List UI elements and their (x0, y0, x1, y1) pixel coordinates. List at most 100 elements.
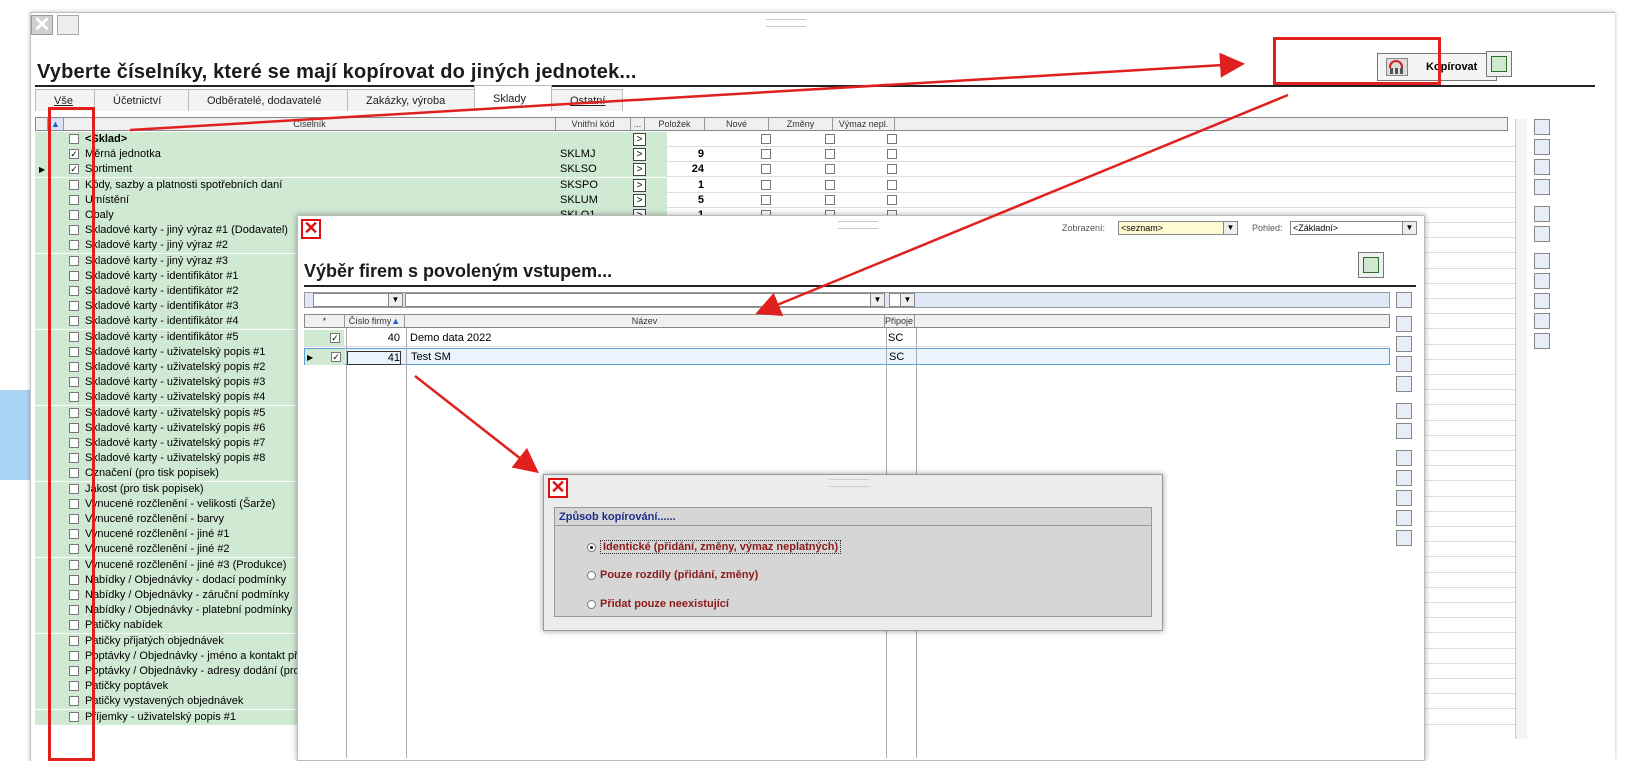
row-checkbox[interactable] (69, 407, 79, 418)
row-checkbox[interactable] (69, 650, 79, 661)
vymaz-checkbox[interactable] (887, 179, 897, 190)
next-record-icon[interactable] (1534, 159, 1550, 175)
record-icon[interactable] (1534, 333, 1550, 349)
option-identical[interactable]: Identické (přidání, změny, výmaz neplatn… (587, 540, 842, 554)
zoom-out-icon[interactable] (1396, 423, 1412, 439)
zoom-out-icon[interactable] (1534, 226, 1550, 242)
row-checkbox[interactable] (69, 438, 79, 448)
row-checkbox[interactable] (69, 529, 79, 540)
row-more-button[interactable]: > (633, 148, 646, 162)
next-record-icon[interactable] (1396, 356, 1412, 372)
search-icon[interactable] (1534, 253, 1550, 269)
row-more-button[interactable]: > (633, 193, 646, 207)
zoom-in-icon[interactable] (1534, 206, 1550, 222)
search-icon[interactable] (1396, 450, 1412, 466)
column-star[interactable]: * (305, 315, 345, 327)
first-record-icon[interactable] (1534, 119, 1550, 135)
row-checkbox[interactable] (69, 392, 79, 403)
table-row[interactable]: Umístění SKLUM >5 (35, 192, 1515, 208)
table-row[interactable]: Kódy, sazby a platnosti spotřebních daní… (35, 177, 1515, 193)
export-excel-button[interactable] (1486, 51, 1512, 77)
row-checkbox[interactable] (69, 301, 79, 312)
previous-record-icon[interactable] (1534, 139, 1550, 155)
column-pripojeni[interactable]: Připoje (885, 315, 915, 327)
column-zmeny[interactable]: Změny (769, 118, 833, 130)
row-checkbox[interactable] (69, 316, 79, 327)
drag-handle[interactable] (829, 479, 869, 487)
close-icon[interactable]: ✕ (31, 15, 53, 35)
column-cislo-firmy[interactable]: Číslo firmy▲ (345, 315, 405, 327)
row-checkbox[interactable] (69, 696, 79, 707)
row-checkbox[interactable] (69, 362, 79, 372)
last-record-icon[interactable] (1396, 376, 1412, 392)
firm-checkbox[interactable]: ✓ (331, 352, 341, 362)
nove-checkbox[interactable] (761, 149, 771, 160)
row-more-button[interactable]: > (633, 178, 646, 192)
nove-checkbox[interactable] (761, 179, 771, 190)
pohled-select[interactable]: <Základní> ▼ (1290, 221, 1417, 235)
search-next-icon[interactable] (1396, 470, 1412, 486)
row-checkbox[interactable] (69, 711, 79, 722)
row-checkbox[interactable] (69, 544, 79, 555)
view-select[interactable]: <seznam> ▼ (1118, 221, 1238, 235)
row-checkbox[interactable]: ✓ (69, 149, 79, 160)
row-checkbox[interactable] (69, 453, 79, 464)
table-row[interactable]: <Sklad> > (35, 132, 1515, 147)
row-checkbox[interactable] (69, 635, 79, 646)
row-more-button[interactable]: > (633, 163, 646, 177)
row-checkbox[interactable] (69, 377, 79, 388)
table-row[interactable]: ▶ ✓ Sortiment SKLSO >24 (35, 162, 1515, 178)
column-polozek[interactable]: Položek (645, 118, 705, 130)
flag-icon[interactable] (57, 15, 79, 35)
row-checkbox[interactable] (69, 286, 79, 296)
filter-icon[interactable] (1534, 293, 1550, 309)
column-nove[interactable]: Nové (705, 118, 769, 130)
row-checkbox[interactable] (69, 483, 79, 494)
zoom-in-icon[interactable] (1396, 403, 1412, 419)
tab-ostatni[interactable]: Ostatní (551, 89, 623, 111)
edit-icon[interactable] (1534, 313, 1550, 329)
row-checkbox[interactable] (69, 179, 79, 190)
row-checkbox[interactable] (69, 210, 79, 220)
export-excel-button[interactable] (1358, 252, 1384, 278)
column-vymaz[interactable]: Výmaz nepl. (833, 118, 895, 130)
vymaz-checkbox[interactable] (887, 134, 897, 144)
nove-checkbox[interactable] (761, 134, 771, 144)
row-checkbox[interactable] (69, 666, 79, 676)
row-checkbox[interactable] (69, 514, 79, 524)
edit-icon[interactable] (1396, 510, 1412, 526)
row-checkbox[interactable] (69, 346, 79, 357)
tab-sklady[interactable]: Sklady (474, 85, 552, 111)
vymaz-checkbox[interactable] (887, 149, 897, 160)
filter-number-select[interactable]: ▼ (313, 293, 403, 307)
row-checkbox[interactable] (69, 194, 79, 205)
nove-checkbox[interactable] (761, 194, 771, 205)
row-checkbox[interactable]: ✓ (69, 164, 79, 175)
row-checkbox[interactable] (69, 270, 79, 281)
column-ciselnik[interactable]: Číselník (64, 118, 556, 130)
filter-name-select[interactable]: ▼ (405, 293, 885, 307)
firm-row[interactable]: ▶ ✓ 41 Test SM SC (304, 348, 1390, 365)
filter-icon[interactable] (1396, 490, 1412, 506)
row-checkbox[interactable] (69, 681, 79, 692)
row-checkbox[interactable] (69, 225, 79, 236)
last-record-icon[interactable] (1534, 179, 1550, 195)
firm-checkbox[interactable]: ✓ (330, 333, 340, 343)
zmeny-checkbox[interactable] (825, 194, 835, 205)
column-vnitrni-kod[interactable]: Vnitřní kód (556, 118, 631, 130)
tab-odberatele[interactable]: Odběratelé, dodavatelé (188, 89, 348, 111)
row-checkbox[interactable] (69, 134, 79, 144)
row-checkbox[interactable] (69, 331, 79, 342)
copy-button[interactable]: Kopírovat (1377, 53, 1497, 81)
option-add-nonexisting[interactable]: Přidat pouze neexistující (587, 598, 729, 610)
nove-checkbox[interactable] (761, 164, 771, 175)
tab-zakazky[interactable]: Zakázky, výroba (347, 89, 475, 111)
row-checkbox[interactable] (69, 605, 79, 616)
row-checkbox[interactable] (69, 590, 79, 600)
zmeny-checkbox[interactable] (825, 134, 835, 144)
row-checkbox[interactable] (69, 255, 79, 266)
zmeny-checkbox[interactable] (825, 164, 835, 175)
firm-row[interactable]: ✓ 40 Demo data 2022 SC (304, 330, 1390, 347)
close-icon[interactable]: ✕ (548, 478, 568, 498)
first-record-icon[interactable] (1396, 316, 1412, 332)
